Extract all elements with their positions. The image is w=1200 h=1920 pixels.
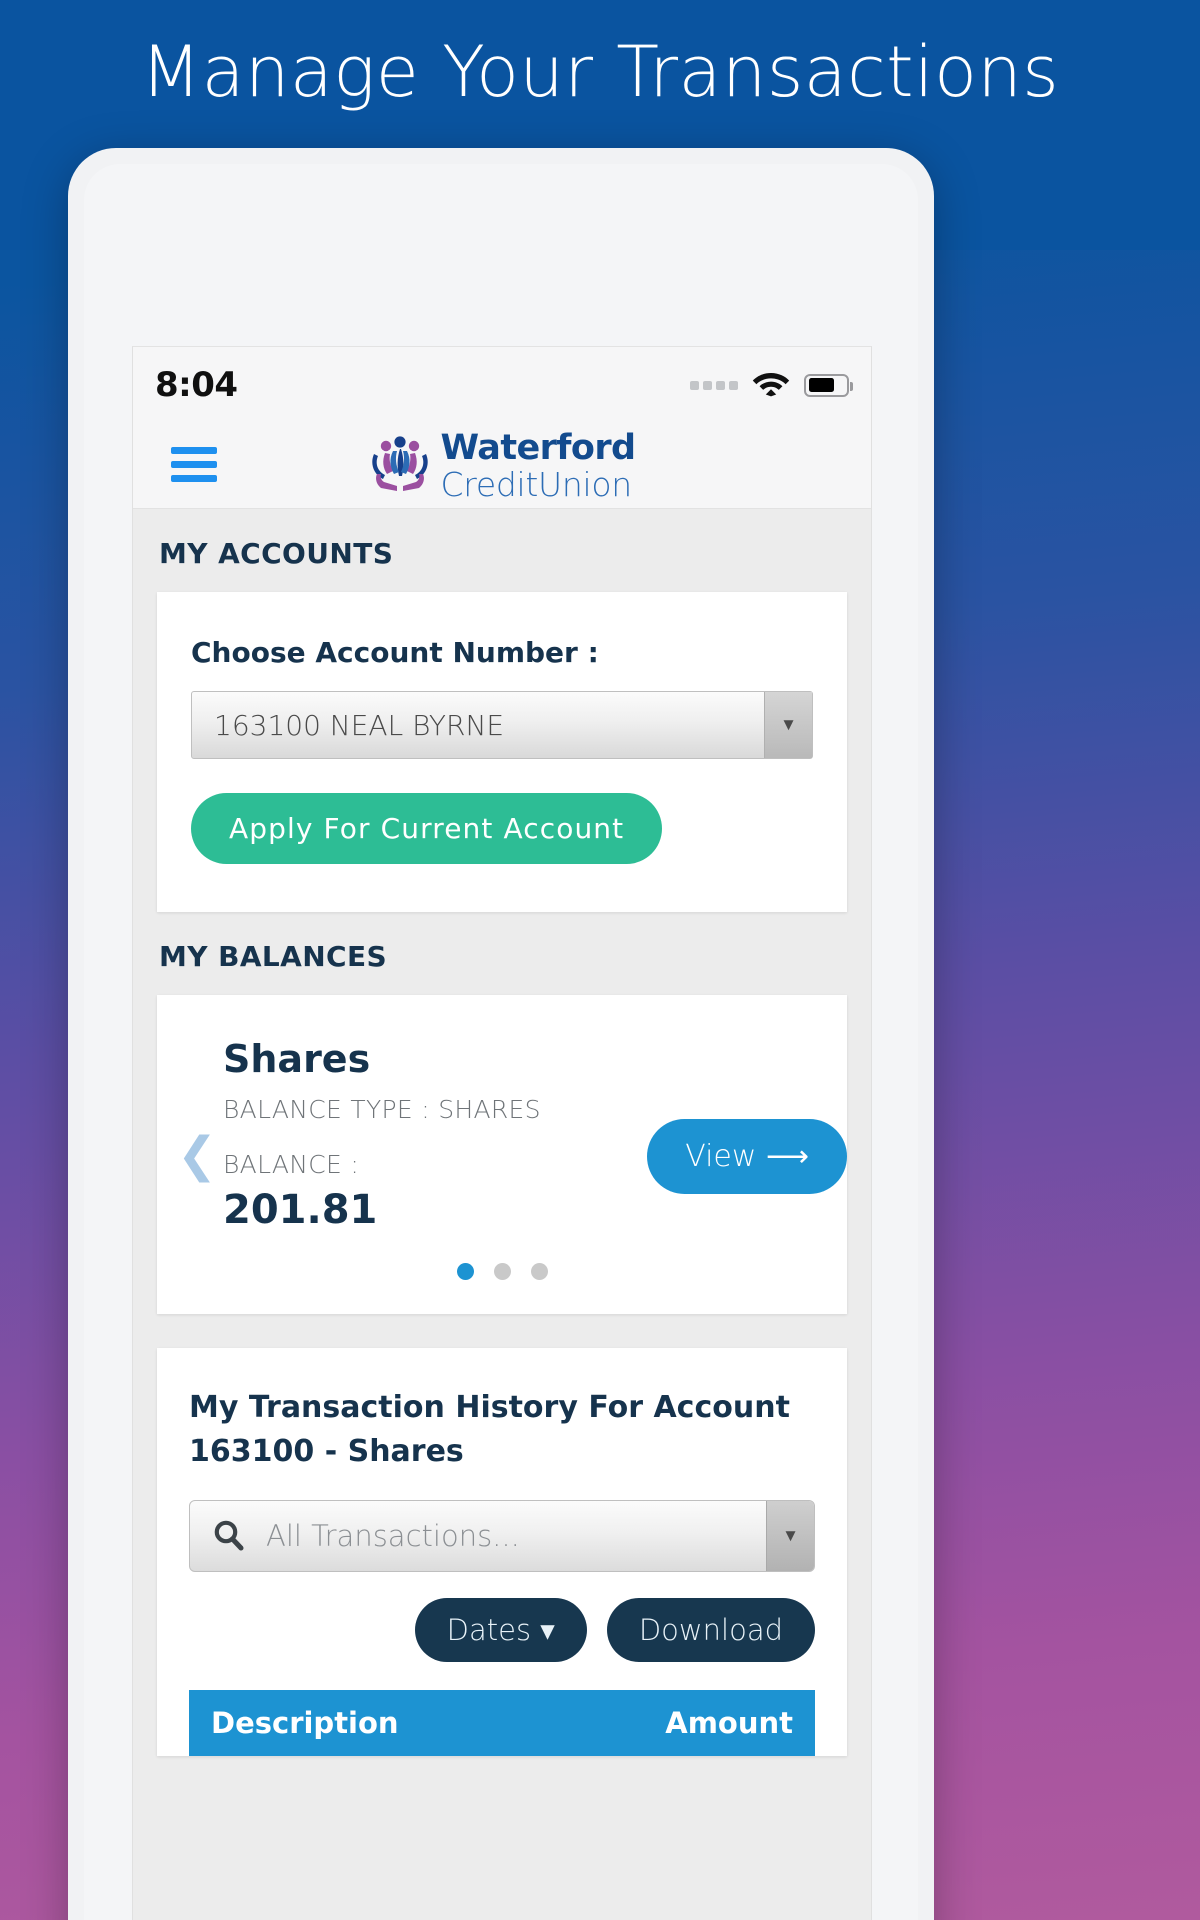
download-button[interactable]: Download [606,1598,815,1662]
carousel-dot-2[interactable] [493,1263,511,1280]
column-header-description: Description [211,1706,399,1740]
accounts-card: Choose Account Number : 163100 NEAL BYRN… [157,592,847,912]
view-balance-button[interactable]: View ⟶ [647,1119,847,1194]
chevron-down-icon[interactable]: ▼ [764,692,812,758]
transaction-action-buttons: Dates ▾ Download [189,1598,815,1662]
view-button-label: View [685,1139,757,1174]
column-header-amount: Amount [665,1706,793,1740]
logo-line-2: CreditUnion [440,464,633,504]
logo-line-1: Waterford [440,427,637,468]
search-icon [212,1519,246,1553]
transaction-search-placeholder: All Transactions... [266,1519,520,1553]
transaction-history-title: My Transaction History For Account 16310… [189,1390,790,1469]
carousel-pagination [157,1263,847,1280]
dates-button-label: Dates [446,1613,532,1647]
status-icons [690,369,853,402]
promo-graphic: Manage Your Transactions 8:04 Waterford … [0,0,1200,1920]
status-bar: 8:04 [133,347,871,423]
choose-account-label: Choose Account Number : [191,636,599,669]
balances-carousel-card: ❮ ❯ Shares BALANCE TYPE : SHARES BALANCE… [157,995,847,1314]
waterford-credit-union-logo-icon[interactable]: Waterford CreditUnion [352,427,652,504]
my-balances-heading: MY BALANCES [159,940,388,973]
app-header: Waterford CreditUnion [133,423,871,509]
chevron-down-icon[interactable]: ▼ [766,1501,814,1571]
account-number-select[interactable]: 163100 NEAL BYRNE ▼ [191,691,813,759]
promo-headline: Manage Your Transactions [140,31,1060,113]
dates-filter-button[interactable]: Dates ▾ [414,1598,587,1662]
my-accounts-heading: MY ACCOUNTS [159,537,394,570]
chevron-down-icon: ▾ [540,1613,555,1647]
transaction-search-input[interactable]: All Transactions... ▼ [189,1500,815,1572]
phone-mockup: 8:04 Waterford CreditUnion MY ACCOUNTS C… [68,148,934,1920]
arrow-right-icon: ⟶ [765,1139,809,1174]
phone-screen-bezel: 8:04 Waterford CreditUnion MY ACCOUNTS C… [84,164,918,1920]
carousel-dot-1[interactable] [456,1263,474,1280]
status-time: 8:04 [155,365,238,405]
wifi-icon [752,369,790,402]
transaction-history-card: My Transaction History For Account 16310… [157,1348,847,1756]
balance-account-name: Shares [223,1037,371,1081]
app-content: MY ACCOUNTS Choose Account Number : 1631… [133,509,871,1920]
logo-wordmark: Waterford CreditUnion [440,427,637,504]
signal-dots-icon [690,380,738,390]
balance-card-body: Shares BALANCE TYPE : SHARES BALANCE : 2… [157,1037,847,1233]
app-screen: 8:04 Waterford CreditUnion MY ACCOUNTS C… [132,346,872,1920]
carousel-dot-3[interactable] [530,1263,548,1280]
transaction-table-header: Description Amount [189,1690,815,1756]
account-number-value: 163100 NEAL BYRNE [214,708,505,742]
battery-icon [804,373,853,397]
hamburger-menu-icon[interactable] [171,447,217,482]
logo-mark-icon [369,434,431,497]
apply-for-current-account-button[interactable]: Apply For Current Account [191,793,663,864]
